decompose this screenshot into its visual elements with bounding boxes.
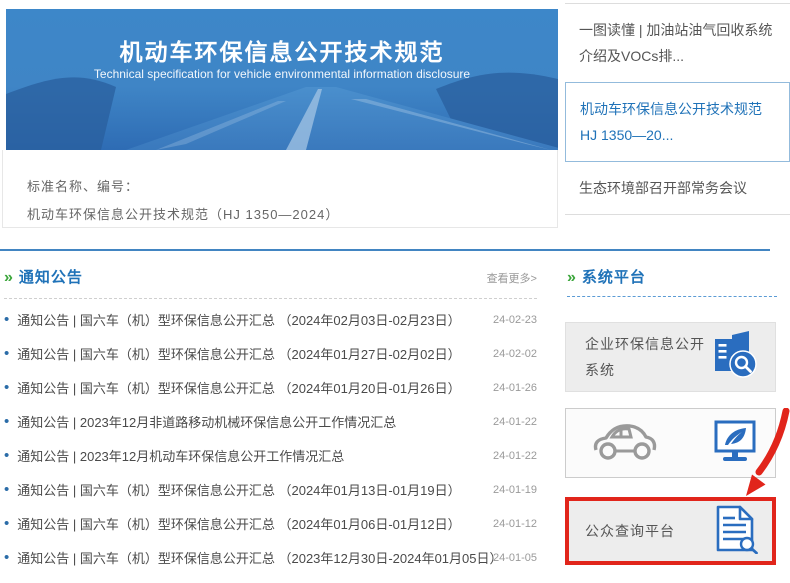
card-enterprise-disclosure-system[interactable]: 企业环保信息公开系统 [565,322,776,392]
bullet-icon: • [4,481,9,498]
red-arrow-annotation [737,408,790,500]
notice-row[interactable]: •通知公告 | 2023年12月机动车环保信息公开工作情况汇总24-01-22 [4,439,537,473]
notice-list: •通知公告 | 国六车（机）型环保信息公开汇总 （2024年02月03日-02月… [4,303,537,575]
double-chevron-icon: » [567,269,576,286]
view-more-link[interactable]: 查看更多> [487,270,537,286]
enterprise-building-search-icon [707,329,761,386]
notices-section: » 通知公告 查看更多> •通知公告 | 国六车（机）型环保信息公开汇总 （202… [4,266,537,575]
bullet-icon: • [4,413,9,430]
standard-label: 标准名称、编号： [27,176,557,195]
bullet-icon: • [4,379,9,396]
notice-date: 24-01-22 [493,439,537,473]
standard-info-box: 标准名称、编号： 机动车环保信息公开技术规范（HJ 1350—2024） [2,150,558,228]
notice-date: 24-01-12 [493,507,537,541]
double-chevron-icon: » [4,269,13,286]
bullet-icon: • [4,549,9,566]
section-divider [0,249,770,251]
card-label: 企业环保信息公开系统 [585,331,707,383]
notice-date: 24-01-05 [493,541,537,575]
notice-date: 24-02-23 [493,303,537,337]
notice-date: 24-02-02 [493,337,537,371]
card-public-query-platform[interactable]: 公众查询平台 [565,497,776,565]
notice-date: 24-01-26 [493,371,537,405]
card-label: 公众查询平台 [585,518,675,544]
bullet-icon: • [4,447,9,464]
bullet-icon: • [4,345,9,362]
notice-row[interactable]: •通知公告 | 2023年12月非道路移动机械环保信息公开工作情况汇总24-01… [4,405,537,439]
notice-row[interactable]: •通知公告 | 国六车（机）型环保信息公开汇总 （2024年01月13日-01月… [4,473,537,507]
page: 机动车环保信息公开技术规范 Technical specification fo… [0,0,790,583]
car-icon [592,419,658,468]
dashed-divider-blue [567,296,777,297]
document-search-icon [714,504,758,559]
notices-header: » 通知公告 查看更多> [4,266,537,288]
news-list: 一图读懂 | 加油站油气回收系统介绍及VOCs排... 机动车环保信息公开技术规… [565,3,790,215]
notice-row[interactable]: •通知公告 | 国六车（机）型环保信息公开汇总 （2024年01月06日-01月… [4,507,537,541]
platform-header: » 系统平台 [567,266,790,288]
banner-image: 机动车环保信息公开技术规范 Technical specification fo… [6,9,558,150]
news-item[interactable]: 生态环境部召开部常务会议 [565,162,790,214]
notice-row[interactable]: •通知公告 | 国六车（机）型环保信息公开汇总 （2024年02月03日-02月… [4,303,537,337]
notice-date: 24-01-19 [493,473,537,507]
bullet-icon: • [4,515,9,532]
notice-date: 24-01-22 [493,405,537,439]
bullet-icon: • [4,311,9,328]
notices-title: 通知公告 [19,269,83,286]
news-item[interactable]: 一图读懂 | 加油站油气回收系统介绍及VOCs排... [565,4,790,82]
notice-row[interactable]: •通知公告 | 国六车（机）型环保信息公开汇总 （2024年01月27日-02月… [4,337,537,371]
notice-row[interactable]: •通知公告 | 国六车（机）型环保信息公开汇总 （2024年01月20日-01月… [4,371,537,405]
news-item-active[interactable]: 机动车环保信息公开技术规范 HJ 1350—20... [565,82,790,162]
dashed-divider [4,298,537,299]
banner-title: 机动车环保信息公开技术规范 [6,33,558,67]
banner-subtitle: Technical specification for vehicle envi… [6,67,558,81]
platform-title: 系统平台 [582,269,646,286]
standard-value: 机动车环保信息公开技术规范（HJ 1350—2024） [27,204,557,223]
notice-row[interactable]: •通知公告 | 国六车（机）型环保信息公开汇总 （2023年12月30日-202… [4,541,537,575]
